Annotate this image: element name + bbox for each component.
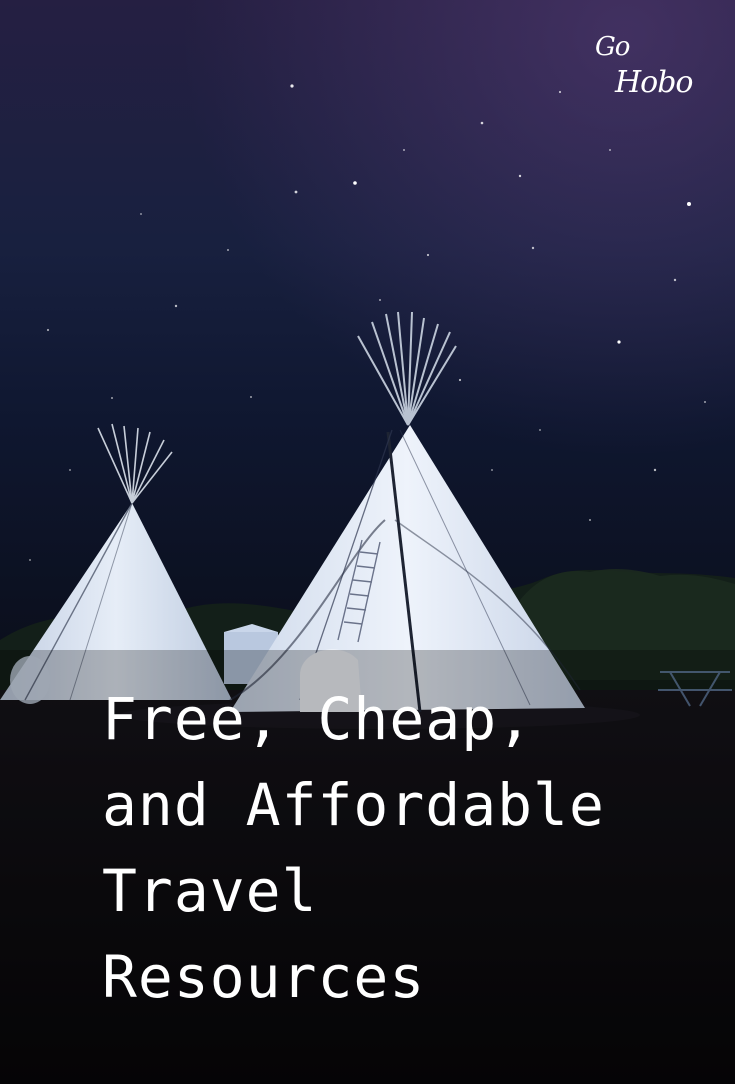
headline: Free, Cheap, and Affordable Travel Resou…: [102, 676, 702, 1020]
headline-line-2: and Affordable: [102, 771, 605, 839]
headline-line-4: Resources: [102, 943, 426, 1011]
headline-line-3: Travel: [102, 857, 318, 925]
logo-hobo-text: Hobo: [615, 65, 693, 100]
poster: Go Hobo Free, Cheap, and Affordable Trav…: [0, 0, 735, 1084]
logo-go-text: Go: [595, 32, 630, 62]
headline-line-1: Free, Cheap,: [102, 685, 534, 753]
gohobo-logo[interactable]: Go Hobo: [587, 34, 697, 114]
